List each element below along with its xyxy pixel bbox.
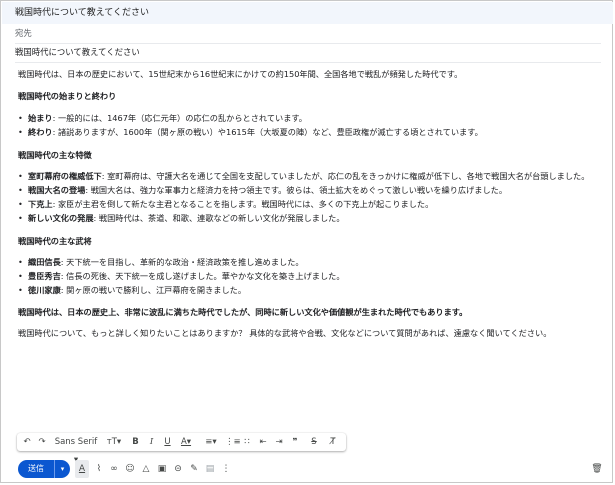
formatting-toolbar: ↶ ↷ Sans Serif ▾ тT▾ B I U A▾ ≡▾ ⋮≡ ∷ ⇤ … [17, 433, 346, 465]
redo-icon[interactable]: ↷ [36, 433, 48, 451]
section-heading: 戦国時代の主な特徴 [18, 150, 92, 160]
subject-field[interactable]: 戦国時代について教えてください [15, 42, 601, 63]
list-item: • 徳川家康: 関ヶ原の戦いで勝利し、江戸幕府を開きました。 [18, 285, 247, 295]
quote-icon[interactable]: ❞ [289, 433, 301, 451]
attach-icon[interactable]: ⌇ [92, 460, 106, 478]
subject-text: 戦国時代について教えてください [15, 47, 140, 57]
list-item: • 豊臣秀吉: 信長の死後、天下統一を成し遂げました。華やかな文化を築き上げました… [18, 271, 345, 281]
list-item: • 新しい文化の発展: 戦国時代は、茶道、和歌、連歌などの新しい文化が発展しました… [18, 213, 345, 223]
link-icon[interactable]: ∞ [107, 460, 121, 478]
list-item: • 戦国大名の登場: 戦国大名は、強力な軍事力と経済力を持つ領主です。彼らは、領土… [18, 185, 508, 195]
align-icon[interactable]: ≡▾ [202, 433, 220, 451]
trash-icon[interactable]: 🗑 [590, 460, 604, 478]
strikethrough-icon[interactable]: S [308, 433, 320, 451]
font-dropdown[interactable]: Sans Serif ▾ [52, 433, 100, 465]
bullet-list: • 始まり: 一般的には、1467年（応仁元年）の応仁の乱からとされています。 •… [18, 111, 483, 139]
list-item: • 室町幕府の権威低下: 室町幕府は、守護大名を通じて全国を支配していましたが、応… [18, 171, 590, 181]
underline-icon[interactable]: U [162, 433, 173, 451]
send-options-button[interactable]: ▾ [54, 460, 70, 478]
more-options-icon[interactable]: ⋮ [219, 460, 233, 478]
compose-title: 戦国時代について教えてください [2, 2, 613, 24]
bulleted-list-icon[interactable]: ∷ [241, 433, 253, 451]
section-heading: 戦国時代の主な武将 [18, 236, 92, 246]
formatting-options-icon[interactable]: A [75, 460, 89, 478]
text-color-icon[interactable]: A▾ [177, 433, 195, 451]
emoji-icon[interactable]: ☺ [123, 460, 137, 478]
numbered-list-icon[interactable]: ⋮≡ [225, 433, 241, 451]
recipients-field[interactable]: 宛先 [15, 23, 601, 44]
confidential-icon[interactable]: ⊝ [171, 460, 185, 478]
conclusion-paragraph: 戦国時代は、日本の歴史上、非常に波乱に満ちた時代でしたが、同時に新しい文化や価値… [18, 307, 468, 317]
photo-icon[interactable]: ▣ [155, 460, 169, 478]
font-size-icon[interactable]: тT▾ [104, 433, 124, 451]
list-item: • 下克上: 家臣が主君を倒して新たな主君となることを指します。戦国時代には、多く… [18, 199, 434, 209]
signature-icon[interactable]: ✎ [187, 460, 201, 478]
to-label: 宛先 [15, 28, 32, 38]
undo-icon[interactable]: ↶ [21, 433, 33, 451]
template-icon[interactable]: ▤ [203, 460, 217, 478]
compose-window: 戦国時代について教えてください 宛先 戦国時代について教えてください 戦国時代は… [0, 0, 613, 483]
list-item: • 織田信長: 天下統一を目指し、革新的な政治・経済政策を推し進めました。 [18, 257, 304, 267]
list-item: • 始まり: 一般的には、1467年（応仁元年）の応仁の乱からとされています。 [18, 113, 307, 123]
bullet-list: • 室町幕府の権威低下: 室町幕府は、守護大名を通じて全国を支配していましたが、応… [18, 169, 589, 225]
bullet-list: • 織田信長: 天下統一を目指し、革新的な政治・経済政策を推し進めました。 • 豊臣… [18, 255, 345, 297]
drive-icon[interactable]: △ [139, 460, 153, 478]
intro-paragraph: 戦国時代は、日本の歴史において、15世紀末から16世紀末にかけての約150年間、… [18, 69, 463, 79]
bold-icon[interactable]: B [130, 433, 141, 451]
send-button[interactable]: 送信 [18, 460, 54, 478]
indent-less-icon[interactable]: ⇤ [257, 433, 269, 451]
clear-format-icon[interactable]: T̸ [326, 433, 340, 451]
section-heading: 戦国時代の始まりと終わり [18, 91, 117, 101]
closing-paragraph: 戦国時代について、もっと詳しく知りたいことはありますか？ 具体的な武将や合戦、文… [18, 328, 552, 338]
italic-icon[interactable]: I [146, 433, 157, 451]
list-item: • 終わり: 諸説ありますが、1600年（関ヶ原の戦い）や1615年（大坂夏の陣）… [18, 127, 483, 137]
indent-more-icon[interactable]: ⇥ [273, 433, 285, 451]
